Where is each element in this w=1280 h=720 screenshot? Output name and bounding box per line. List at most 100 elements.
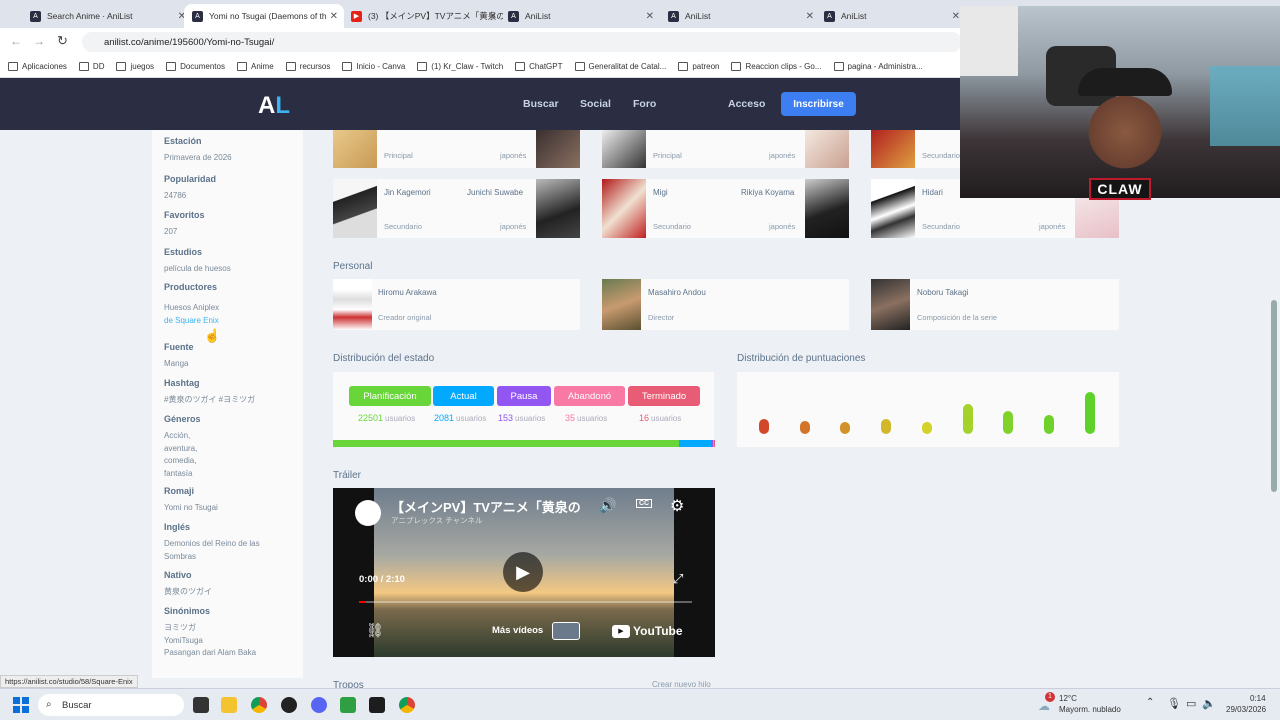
login-link[interactable]: Acceso <box>728 98 765 110</box>
character-card[interactable]: Principal japonés <box>333 130 580 168</box>
bookmark-item[interactable]: Aplicaciones <box>8 62 67 71</box>
browser-tab[interactable]: A AniList ✕ <box>816 4 966 28</box>
voice-actor-name[interactable]: Rikiya Koyama <box>741 188 794 197</box>
trailer-video-player[interactable]: 【メインPV】TVアニメ「黄泉の アニプレックス チャンネル 🔊 CC ⚙ ▶ … <box>333 488 715 657</box>
forward-icon[interactable]: → <box>33 34 45 48</box>
file-explorer-icon[interactable] <box>221 697 237 713</box>
staff-name[interactable]: Noboru Takagi <box>917 288 968 297</box>
score-bar[interactable] <box>1084 392 1095 434</box>
bookmark-item[interactable]: Anime <box>236 62 274 71</box>
youtube-logo[interactable]: ▶ YouTube <box>612 624 683 638</box>
chevron-up-icon[interactable]: ⌃ <box>1146 697 1154 708</box>
score-bar[interactable] <box>840 422 851 434</box>
network-icon[interactable]: ▭ <box>1186 697 1196 710</box>
staff-card[interactable]: Hiromu Arakawa Creador original <box>333 279 580 330</box>
staff-name[interactable]: Masahiro Andou <box>648 288 706 297</box>
page-scrollbar[interactable] <box>1271 300 1277 492</box>
back-icon[interactable]: ← <box>10 34 22 48</box>
browser-tab[interactable]: A AniList ✕ <box>660 4 820 28</box>
browser-tab[interactable]: ▶ (3) 【メインPV】TVアニメ「黄泉のツガ✕ <box>343 4 503 28</box>
app-icon[interactable] <box>369 697 385 713</box>
staff-card[interactable]: Noboru Takagi Composición de la serie <box>871 279 1119 330</box>
score-bar[interactable] <box>962 403 973 434</box>
staff-name[interactable]: Hiromu Arakawa <box>378 288 437 297</box>
browser-tab[interactable]: A AniList ✕ <box>500 4 660 28</box>
channel-avatar[interactable] <box>355 500 381 526</box>
video-title[interactable]: 【メインPV】TVアニメ「黄泉の <box>391 497 581 516</box>
volume-icon[interactable]: 🔊 <box>599 497 616 514</box>
captions-icon[interactable]: CC <box>636 499 653 508</box>
task-view-icon[interactable] <box>193 697 209 713</box>
anilist-logo[interactable]: AL <box>258 92 290 120</box>
bookmark-item[interactable]: recursos <box>285 62 330 71</box>
chrome-profile-icon[interactable] <box>399 697 415 713</box>
close-tab-icon[interactable]: ✕ <box>952 11 960 22</box>
close-tab-icon[interactable]: ✕ <box>330 11 338 22</box>
app-icon[interactable] <box>281 697 297 713</box>
close-tab-icon[interactable]: ✕ <box>646 11 654 22</box>
link-icon[interactable]: ⛓ <box>366 622 384 639</box>
character-name[interactable]: Migi <box>653 188 668 197</box>
bookmark-item[interactable]: patreon <box>678 62 719 71</box>
taskbar-search[interactable]: Buscar <box>38 694 184 716</box>
nav-foro[interactable]: Foro <box>633 98 656 110</box>
bookmark-item[interactable]: Reaccion clips - Go... <box>731 62 822 71</box>
tab-title: AniList <box>525 11 551 21</box>
clock-date[interactable]: 29/03/2026 <box>1226 705 1266 714</box>
character-card[interactable]: Secundario <box>871 130 960 168</box>
nav-social[interactable]: Social <box>580 98 611 110</box>
video-progress-track[interactable] <box>359 601 692 603</box>
microphone-icon[interactable]: 🎙 <box>1167 697 1181 710</box>
fullscreen-icon[interactable]: ⤢ <box>673 571 683 587</box>
score-bar[interactable] <box>921 422 932 434</box>
channel-name[interactable]: アニプレックス チャンネル <box>391 515 482 526</box>
more-videos-thumbnail[interactable] <box>552 622 580 640</box>
score-bar[interactable] <box>1043 415 1054 434</box>
sidebar-value[interactable]: de Square Enix <box>164 315 219 328</box>
score-bar[interactable] <box>1003 410 1014 434</box>
nav-buscar[interactable]: Buscar <box>523 98 559 110</box>
score-bar[interactable] <box>799 421 810 434</box>
app-icon[interactable] <box>340 697 356 713</box>
staff-card[interactable]: Masahiro Andou Director <box>602 279 849 330</box>
sidebar-label: Favoritos <box>164 210 205 220</box>
bookmark-item[interactable]: DD <box>78 62 104 71</box>
voice-actor-name[interactable]: Junichi Suwabe <box>467 188 523 197</box>
browser-tab[interactable]: A Yomi no Tsugai (Daemons of th ✕ <box>184 4 344 28</box>
weather-desc[interactable]: Mayorm. nublado <box>1059 705 1121 714</box>
close-tab-icon[interactable]: ✕ <box>806 11 814 22</box>
score-bar[interactable] <box>881 419 892 434</box>
cloud-icon[interactable]: ☁ <box>1038 699 1050 713</box>
character-card[interactable]: Principal japonés <box>602 130 849 168</box>
bookmark-item[interactable]: Documentos <box>166 62 225 71</box>
bookmark-item[interactable]: pagina - Administra... <box>833 62 923 71</box>
character-name[interactable]: Hidari <box>922 188 943 197</box>
windows-start-icon[interactable] <box>13 697 29 713</box>
character-role: Secundario <box>653 222 691 231</box>
signup-button[interactable]: Inscribirse <box>781 92 856 116</box>
discord-icon[interactable] <box>311 697 327 713</box>
score-bar[interactable] <box>759 419 769 434</box>
play-icon[interactable]: ▶ <box>503 552 543 592</box>
bookmark-item[interactable]: ChatGPT <box>515 62 563 71</box>
reload-icon[interactable]: ↻ <box>57 33 68 49</box>
bookmark-item[interactable]: juegos <box>116 62 154 71</box>
sidebar-value[interactable]: Huesos Aniplex <box>164 302 219 315</box>
more-videos-button[interactable]: Más vídeos <box>492 625 543 636</box>
volume-icon[interactable]: 🔈 <box>1202 697 1216 710</box>
bookmark-item[interactable]: (1) Kr_Claw - Twitch <box>417 62 503 71</box>
close-tab-icon[interactable]: ✕ <box>489 11 497 22</box>
sidebar-value[interactable]: película de huesos <box>164 263 231 276</box>
bookmark-item[interactable]: Inicio - Canva <box>342 62 405 71</box>
chrome-icon[interactable] <box>251 697 267 713</box>
browser-tab[interactable]: A Search Anime · AniList ✕ <box>22 4 192 28</box>
character-card[interactable]: Migi Rikiya Koyama Secundario japonés <box>602 179 849 238</box>
character-card[interactable]: Jin Kagemori Junichi Suwabe Secundario j… <box>333 179 580 238</box>
bookmark-folder-icon <box>166 62 177 71</box>
clock-time[interactable]: 0:14 <box>1250 694 1266 703</box>
bookmark-item[interactable]: Generalitat de Catal... <box>574 62 666 71</box>
weather-temp[interactable]: 12°C <box>1059 694 1077 703</box>
url-input[interactable]: anilist.co/anime/195600/Yomi-no-Tsugai/ <box>82 32 962 52</box>
character-name[interactable]: Jin Kagemori <box>384 188 431 197</box>
settings-gear-icon[interactable]: ⚙ <box>670 496 684 516</box>
